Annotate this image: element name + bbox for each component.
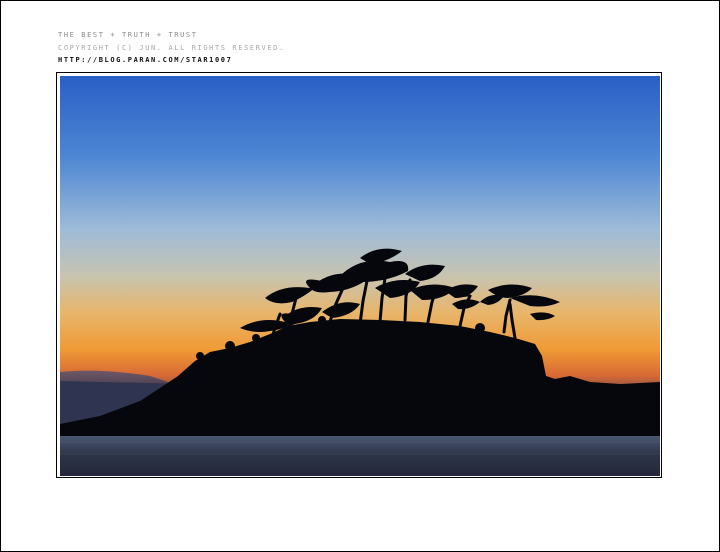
- tagline: THE BEST + TRUTH + TRUST: [58, 31, 198, 39]
- photo-illustration: [60, 76, 660, 476]
- blog-url: HTTP://BLOG.PARAN.COM/STAR1007: [58, 56, 233, 64]
- copyright-notice: COPYRIGHT (C) JUN. ALL RIGHTS RESERVED.: [58, 44, 285, 52]
- sunset-island-photo: [60, 76, 660, 476]
